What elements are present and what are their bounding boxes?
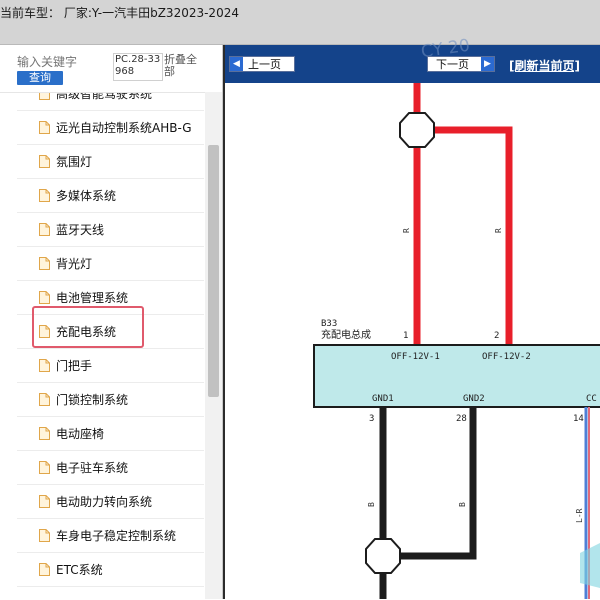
tree-item-label: 蓝牙天线 xyxy=(56,223,105,237)
charging-distribution-assembly xyxy=(313,344,600,408)
search-area: 查询 PC.28-33968 折叠全部 xyxy=(0,45,222,92)
document-icon xyxy=(39,257,50,270)
title-bar: 当前车型： 厂家:Y-一汽丰田bZ32023-2024 xyxy=(0,0,600,45)
connector-id: B33 xyxy=(321,319,337,329)
tree-item-door-handle[interactable]: 门把手 xyxy=(17,349,204,383)
document-icon xyxy=(39,189,50,202)
wire-color-label: B xyxy=(458,502,467,507)
tree-item-electronic-parking[interactable]: 电子驻车系统 xyxy=(17,451,204,485)
tree-item-label: 电动助力转向系统 xyxy=(56,495,153,509)
pin-signal: CC xyxy=(586,394,597,404)
document-icon xyxy=(39,393,50,406)
component-name: 充配电总成 xyxy=(321,328,371,341)
document-icon xyxy=(39,93,50,100)
prev-page-button[interactable]: ◀ 上一页 xyxy=(229,56,295,72)
tree-item-label: 多媒体系统 xyxy=(56,189,117,203)
tree-item-label: 背光灯 xyxy=(56,257,93,271)
scrollbar-thumb[interactable] xyxy=(208,145,219,397)
tree-item-etc[interactable]: ETC系统 xyxy=(17,553,204,587)
wire-pin28-black xyxy=(397,407,477,560)
keyword-input[interactable] xyxy=(17,55,107,69)
tree-item-advanced-driving[interactable]: 高级智能驾驶系统 xyxy=(17,92,204,111)
arrow-right-icon: ▶ xyxy=(481,57,494,71)
pin-signal: GND1 xyxy=(372,394,394,404)
tree-item-ambient-light[interactable]: 氛围灯 xyxy=(17,145,204,179)
wire-pin2-red xyxy=(433,126,513,345)
tree-item-label: 车身电子稳定控制系统 xyxy=(56,529,177,543)
document-icon xyxy=(39,427,50,440)
sidebar-scrollbar[interactable] xyxy=(205,92,222,599)
pin-signal: GND2 xyxy=(463,394,485,404)
tree-item-multimedia[interactable]: 多媒体系统 xyxy=(17,179,204,213)
diagram-panel: ◀ 上一页 CY 20 下一页 ▶ [刷新当前页] R R B33 充配电总成 … xyxy=(223,36,600,599)
tree-item-label: 远光自动控制系统AHB-G xyxy=(56,121,192,135)
pin-number: 14 xyxy=(573,414,584,424)
tree-item-label: 电动座椅 xyxy=(56,427,105,441)
pin-signal: OFF-12V-1 xyxy=(391,352,440,362)
pin-number: 28 xyxy=(456,414,467,424)
window-title: 当前车型： 厂家:Y-一汽丰田bZ32023-2024 xyxy=(0,6,239,20)
document-icon xyxy=(39,291,50,304)
tree-item-stability-control[interactable]: 车身电子稳定控制系统 xyxy=(17,519,204,553)
system-tree: 高级智能驾驶系统 远光自动控制系统AHB-G 氛围灯 多媒体系统 蓝牙天线 背光… xyxy=(0,92,205,600)
wire-color-label: L-R xyxy=(575,508,584,523)
document-icon xyxy=(39,359,50,372)
tree-item-label: 门锁控制系统 xyxy=(56,393,129,407)
prev-page-label: 上一页 xyxy=(248,58,281,71)
tree-item-label: ETC系统 xyxy=(56,563,103,577)
document-icon xyxy=(39,223,50,236)
tree-item-bluetooth-antenna[interactable]: 蓝牙天线 xyxy=(17,213,204,247)
tree-item-label: 门把手 xyxy=(56,359,93,373)
tree-item-label: 电子驻车系统 xyxy=(56,461,129,475)
document-icon xyxy=(39,529,50,542)
tree-item-charging-distribution[interactable]: 充配电系统 xyxy=(17,306,204,349)
page-nav-bar: ◀ 上一页 CY 20 下一页 ▶ [刷新当前页] xyxy=(225,36,600,83)
document-icon xyxy=(39,461,50,474)
wire-color-label: B xyxy=(367,502,376,507)
tree-item-label: 高级智能驾驶系统 xyxy=(56,92,153,101)
tree-item-label: 电池管理系统 xyxy=(56,291,129,305)
tree-item-ahb[interactable]: 远光自动控制系统AHB-G xyxy=(17,111,204,145)
query-button[interactable]: 查询 xyxy=(17,71,63,85)
wire-color-label: R xyxy=(402,228,411,233)
tree-item-backlight[interactable]: 背光灯 xyxy=(17,247,204,281)
tree-item-power-steering[interactable]: 电动助力转向系统 xyxy=(17,485,204,519)
document-icon xyxy=(39,563,50,576)
pc-code-field[interactable]: PC.28-33968 xyxy=(113,53,163,81)
wire-color-label: R xyxy=(494,228,503,233)
wiring-diagram: R R B33 充配电总成 1 2 OFF-12V-1 OFF-12V-2 GN… xyxy=(313,83,600,599)
document-icon xyxy=(39,325,50,338)
pin-number: 1 xyxy=(403,331,408,341)
sidebar: 查询 PC.28-33968 折叠全部 高级智能驾驶系统 远光自动控制系统AHB… xyxy=(0,45,223,599)
splice-node-bottom xyxy=(365,538,401,574)
pin-number: 2 xyxy=(494,331,499,341)
tree-item-door-lock[interactable]: 门锁控制系统 xyxy=(17,383,204,417)
watermark-shape xyxy=(580,543,600,588)
arrow-left-icon: ◀ xyxy=(230,57,243,71)
document-icon xyxy=(39,155,50,168)
tree-item-label: 氛围灯 xyxy=(56,155,93,169)
pin-number: 3 xyxy=(369,414,374,424)
tree-item-power-seat[interactable]: 电动座椅 xyxy=(17,417,204,451)
document-icon xyxy=(39,121,50,134)
tree-item-label: 充配电系统 xyxy=(56,325,117,339)
splice-node-top xyxy=(399,112,435,148)
next-page-button[interactable]: 下一页 ▶ xyxy=(427,56,495,72)
pin-signal: OFF-12V-2 xyxy=(482,352,531,362)
refresh-page-link[interactable]: [刷新当前页] xyxy=(509,57,580,74)
next-page-label: 下一页 xyxy=(436,58,469,71)
document-icon xyxy=(39,495,50,508)
fold-all-button[interactable]: 折叠全部 xyxy=(164,54,204,78)
